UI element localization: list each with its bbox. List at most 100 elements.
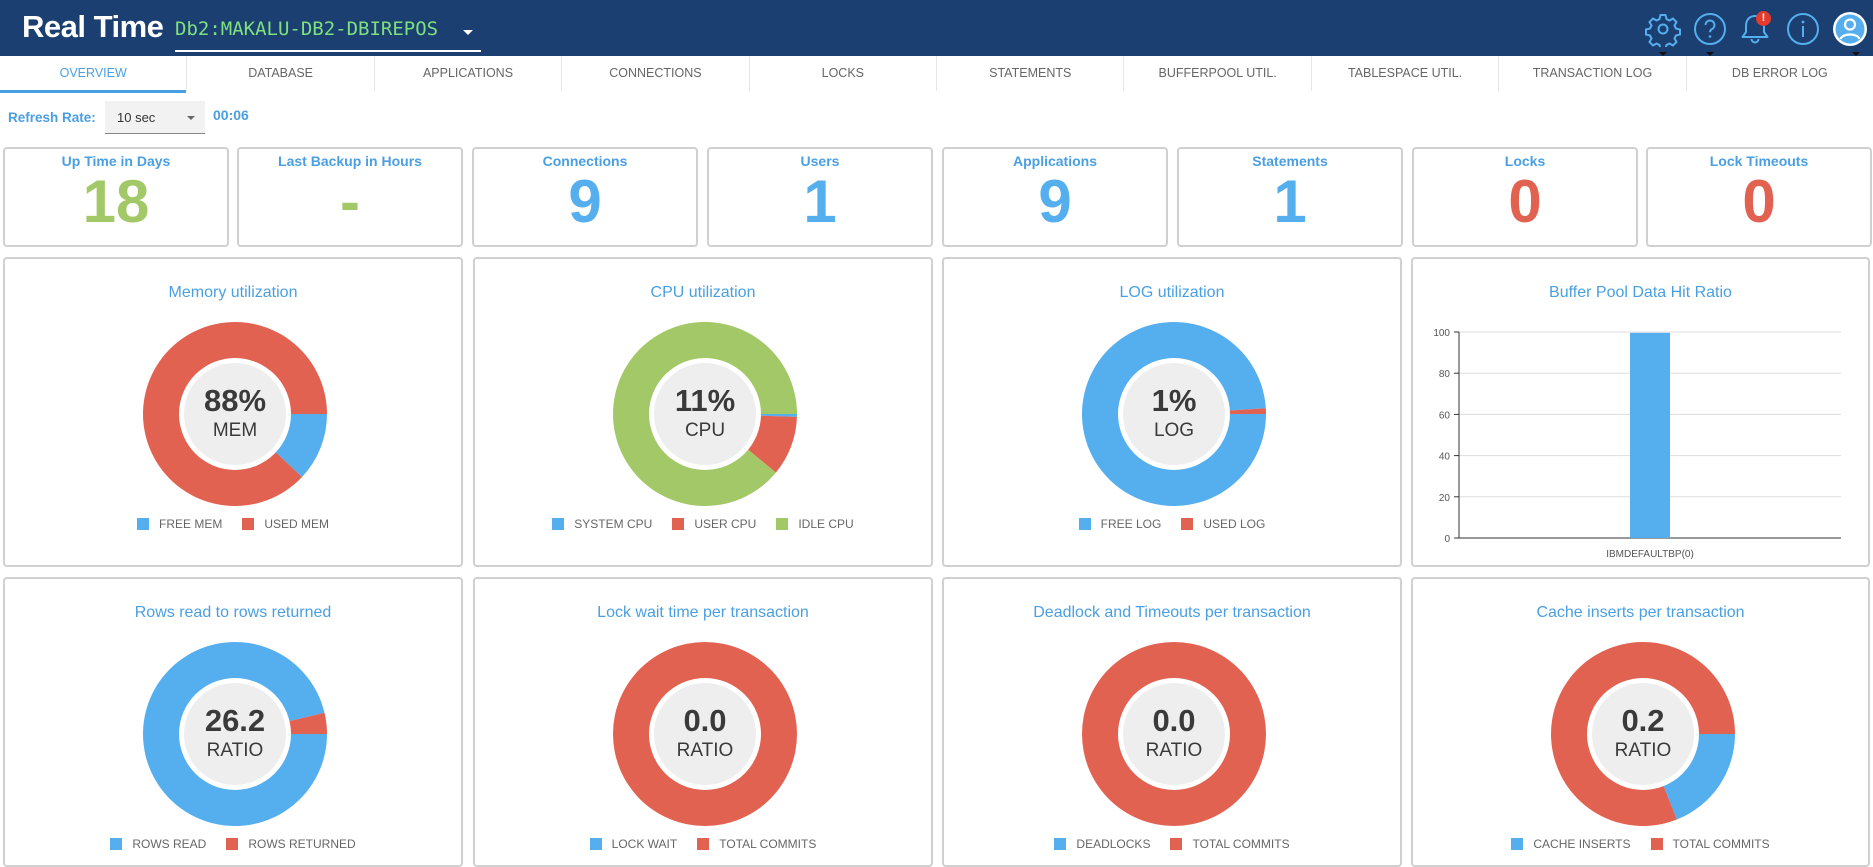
kpi-title: Lock Timeouts — [1709, 153, 1809, 169]
legend-item[interactable]: USED LOG — [1181, 517, 1265, 531]
donut-center-bg — [1592, 683, 1694, 785]
donut-chart — [613, 322, 797, 507]
refresh-rate-label: Refresh Rate: — [8, 110, 96, 125]
legend-label: TOTAL COMMITS — [719, 837, 817, 851]
help-icon — [1694, 13, 1726, 45]
chart-legend: SYSTEM CPU USER CPU IDLE CPU — [475, 517, 931, 531]
kpi-value: 18 — [82, 168, 150, 235]
gear-icon — [1645, 14, 1681, 50]
cache-inserts-card: Cache inserts per transaction 0.2 RATIO CAC… — [1411, 577, 1870, 867]
deadlock-timeouts-card: Deadlock and Timeouts per transaction 0.0… — [942, 577, 1402, 867]
legend-item[interactable]: USER CPU — [672, 517, 756, 531]
kpi-title: Last Backup in Hours — [278, 153, 422, 169]
legend-label: SYSTEM CPU — [574, 517, 653, 531]
legend-swatch — [672, 518, 685, 530]
legend-item[interactable]: LOCK WAIT — [589, 837, 677, 851]
rows-read-ratio-card: Rows read to rows returned 26.2 RATIO ROWS … — [3, 577, 463, 867]
legend-item[interactable]: FREE LOG — [1078, 517, 1162, 531]
chart-title: Deadlock and Timeouts per transaction — [1033, 604, 1311, 621]
legend-item[interactable]: USED MEM — [242, 517, 329, 531]
refresh-rate-select[interactable]: 10 sec — [105, 101, 205, 134]
legend-swatch — [1054, 838, 1067, 850]
kpi-value: 9 — [568, 168, 602, 235]
kpi-value: - — [340, 168, 360, 235]
legend-label: USED MEM — [264, 517, 329, 531]
tab-statements[interactable]: STATEMENTS — [937, 56, 1125, 91]
settings-button[interactable] — [1645, 11, 1681, 50]
tab-bufferpool-util[interactable]: BUFFERPOOL UTIL. — [1124, 56, 1312, 91]
legend-item[interactable]: ROWS READ — [110, 837, 206, 851]
database-selector[interactable]: Db2:MAKALU-DB2-DBIREPOS — [175, 14, 481, 52]
legend-label: USER CPU — [694, 517, 757, 531]
legend-swatch — [589, 838, 602, 850]
kpi-statements[interactable]: Statements 1 — [1177, 147, 1403, 247]
kpi-uptime[interactable]: Up Time in Days 18 — [3, 147, 229, 247]
donut-chart — [613, 641, 797, 827]
legend-label: DEADLOCKS — [1076, 837, 1151, 851]
kpi-applications[interactable]: Applications 9 — [942, 147, 1168, 247]
legend-item[interactable]: TOTAL COMMITS — [1650, 837, 1770, 851]
legend-item[interactable]: ROWS RETURNED — [226, 837, 356, 851]
legend-swatch — [136, 518, 149, 530]
kpi-last-backup[interactable]: Last Backup in Hours - — [237, 147, 463, 247]
legend-swatch — [1170, 838, 1183, 850]
tab-tablespace-util[interactable]: TABLESPACE UTIL. — [1312, 56, 1500, 91]
legend-label: IDLE CPU — [798, 517, 854, 531]
kpi-connections[interactable]: Connections 9 — [472, 147, 698, 247]
donut-center-bg — [184, 683, 286, 785]
notification-badge: ! — [1756, 11, 1771, 26]
legend-item[interactable]: FREE MEM — [136, 517, 222, 531]
chart-legend: CACHE INSERTS TOTAL COMMITS — [1413, 837, 1868, 851]
y-tick-label: 40 — [1439, 452, 1451, 463]
legend-item[interactable]: TOTAL COMMITS — [697, 837, 816, 851]
chevron-down-icon — [463, 30, 473, 35]
legend-swatch — [110, 838, 123, 850]
bufferpool-bar-chart: 0 20 40 60 80 100 IBMDEFAULTBP(0) — [1433, 328, 1841, 560]
y-tick-label: 20 — [1439, 493, 1451, 504]
tab-db-error-log[interactable]: DB ERROR LOG — [1687, 56, 1873, 91]
chart-legend: FREE LOG USED LOG — [944, 517, 1400, 531]
tab-locks[interactable]: LOCKS — [750, 56, 938, 91]
tab-connections[interactable]: CONNECTIONS — [562, 56, 750, 91]
y-tick-label: 0 — [1444, 534, 1450, 545]
donut-center-bg — [654, 363, 756, 465]
notifications-button[interactable]: ! — [1737, 11, 1773, 47]
tab-applications[interactable]: APPLICATIONS — [375, 56, 563, 91]
legend-label: ROWS RETURNED — [248, 837, 356, 851]
donut-chart — [1082, 641, 1266, 827]
legend-item[interactable]: CACHE INSERTS — [1511, 837, 1631, 851]
y-tick-label: 80 — [1439, 369, 1451, 380]
kpi-lock-timeouts[interactable]: Lock Timeouts 0 — [1646, 147, 1872, 247]
legend-item[interactable]: TOTAL COMMITS — [1170, 837, 1290, 851]
user-avatar-icon — [1833, 12, 1867, 46]
chart-title: Buffer Pool Data Hit Ratio — [1549, 284, 1732, 301]
kpi-locks[interactable]: Locks 0 — [1412, 147, 1638, 247]
legend-label: CACHE INSERTS — [1533, 837, 1631, 851]
kpi-title: Statements — [1252, 153, 1328, 169]
legend-item[interactable]: DEADLOCKS — [1054, 837, 1150, 851]
kpi-users[interactable]: Users 1 — [707, 147, 933, 247]
chart-legend: ROWS READ ROWS RETURNED — [5, 837, 461, 851]
tab-overview[interactable]: OVERVIEW — [0, 56, 188, 93]
main-tabs: OVERVIEW DATABASE APPLICATIONS CONNECTIO… — [0, 56, 1873, 93]
refresh-countdown: 00:06 — [213, 107, 249, 123]
help-button[interactable] — [1692, 11, 1728, 47]
bar-ibmdefaultbp(0)[interactable] — [1630, 332, 1670, 538]
info-button[interactable] — [1785, 11, 1821, 47]
x-tick-label: IBMDEFAULTBP(0) — [1606, 549, 1694, 560]
donut-chart — [1082, 321, 1266, 506]
chart-legend: LOCK WAIT TOTAL COMMITS — [475, 837, 931, 851]
legend-item[interactable]: IDLE CPU — [776, 517, 854, 531]
legend-swatch — [1650, 838, 1663, 850]
legend-item[interactable]: SYSTEM CPU — [552, 517, 652, 531]
tab-transaction-log[interactable]: TRANSACTION LOG — [1499, 56, 1687, 91]
kpi-value: 1 — [1273, 168, 1307, 235]
legend-label: FREE LOG — [1100, 517, 1162, 531]
legend-swatch — [697, 838, 710, 850]
user-menu-button[interactable] — [1832, 11, 1868, 47]
tab-database[interactable]: DATABASE — [187, 56, 375, 91]
log-utilization-card: LOG utilization 1% LOG FREE LOG USED LOG — [942, 257, 1402, 567]
chevron-down-icon — [187, 116, 195, 120]
chart-legend: DEADLOCKS TOTAL COMMITS — [944, 837, 1400, 851]
donut-center-bg — [184, 363, 286, 465]
